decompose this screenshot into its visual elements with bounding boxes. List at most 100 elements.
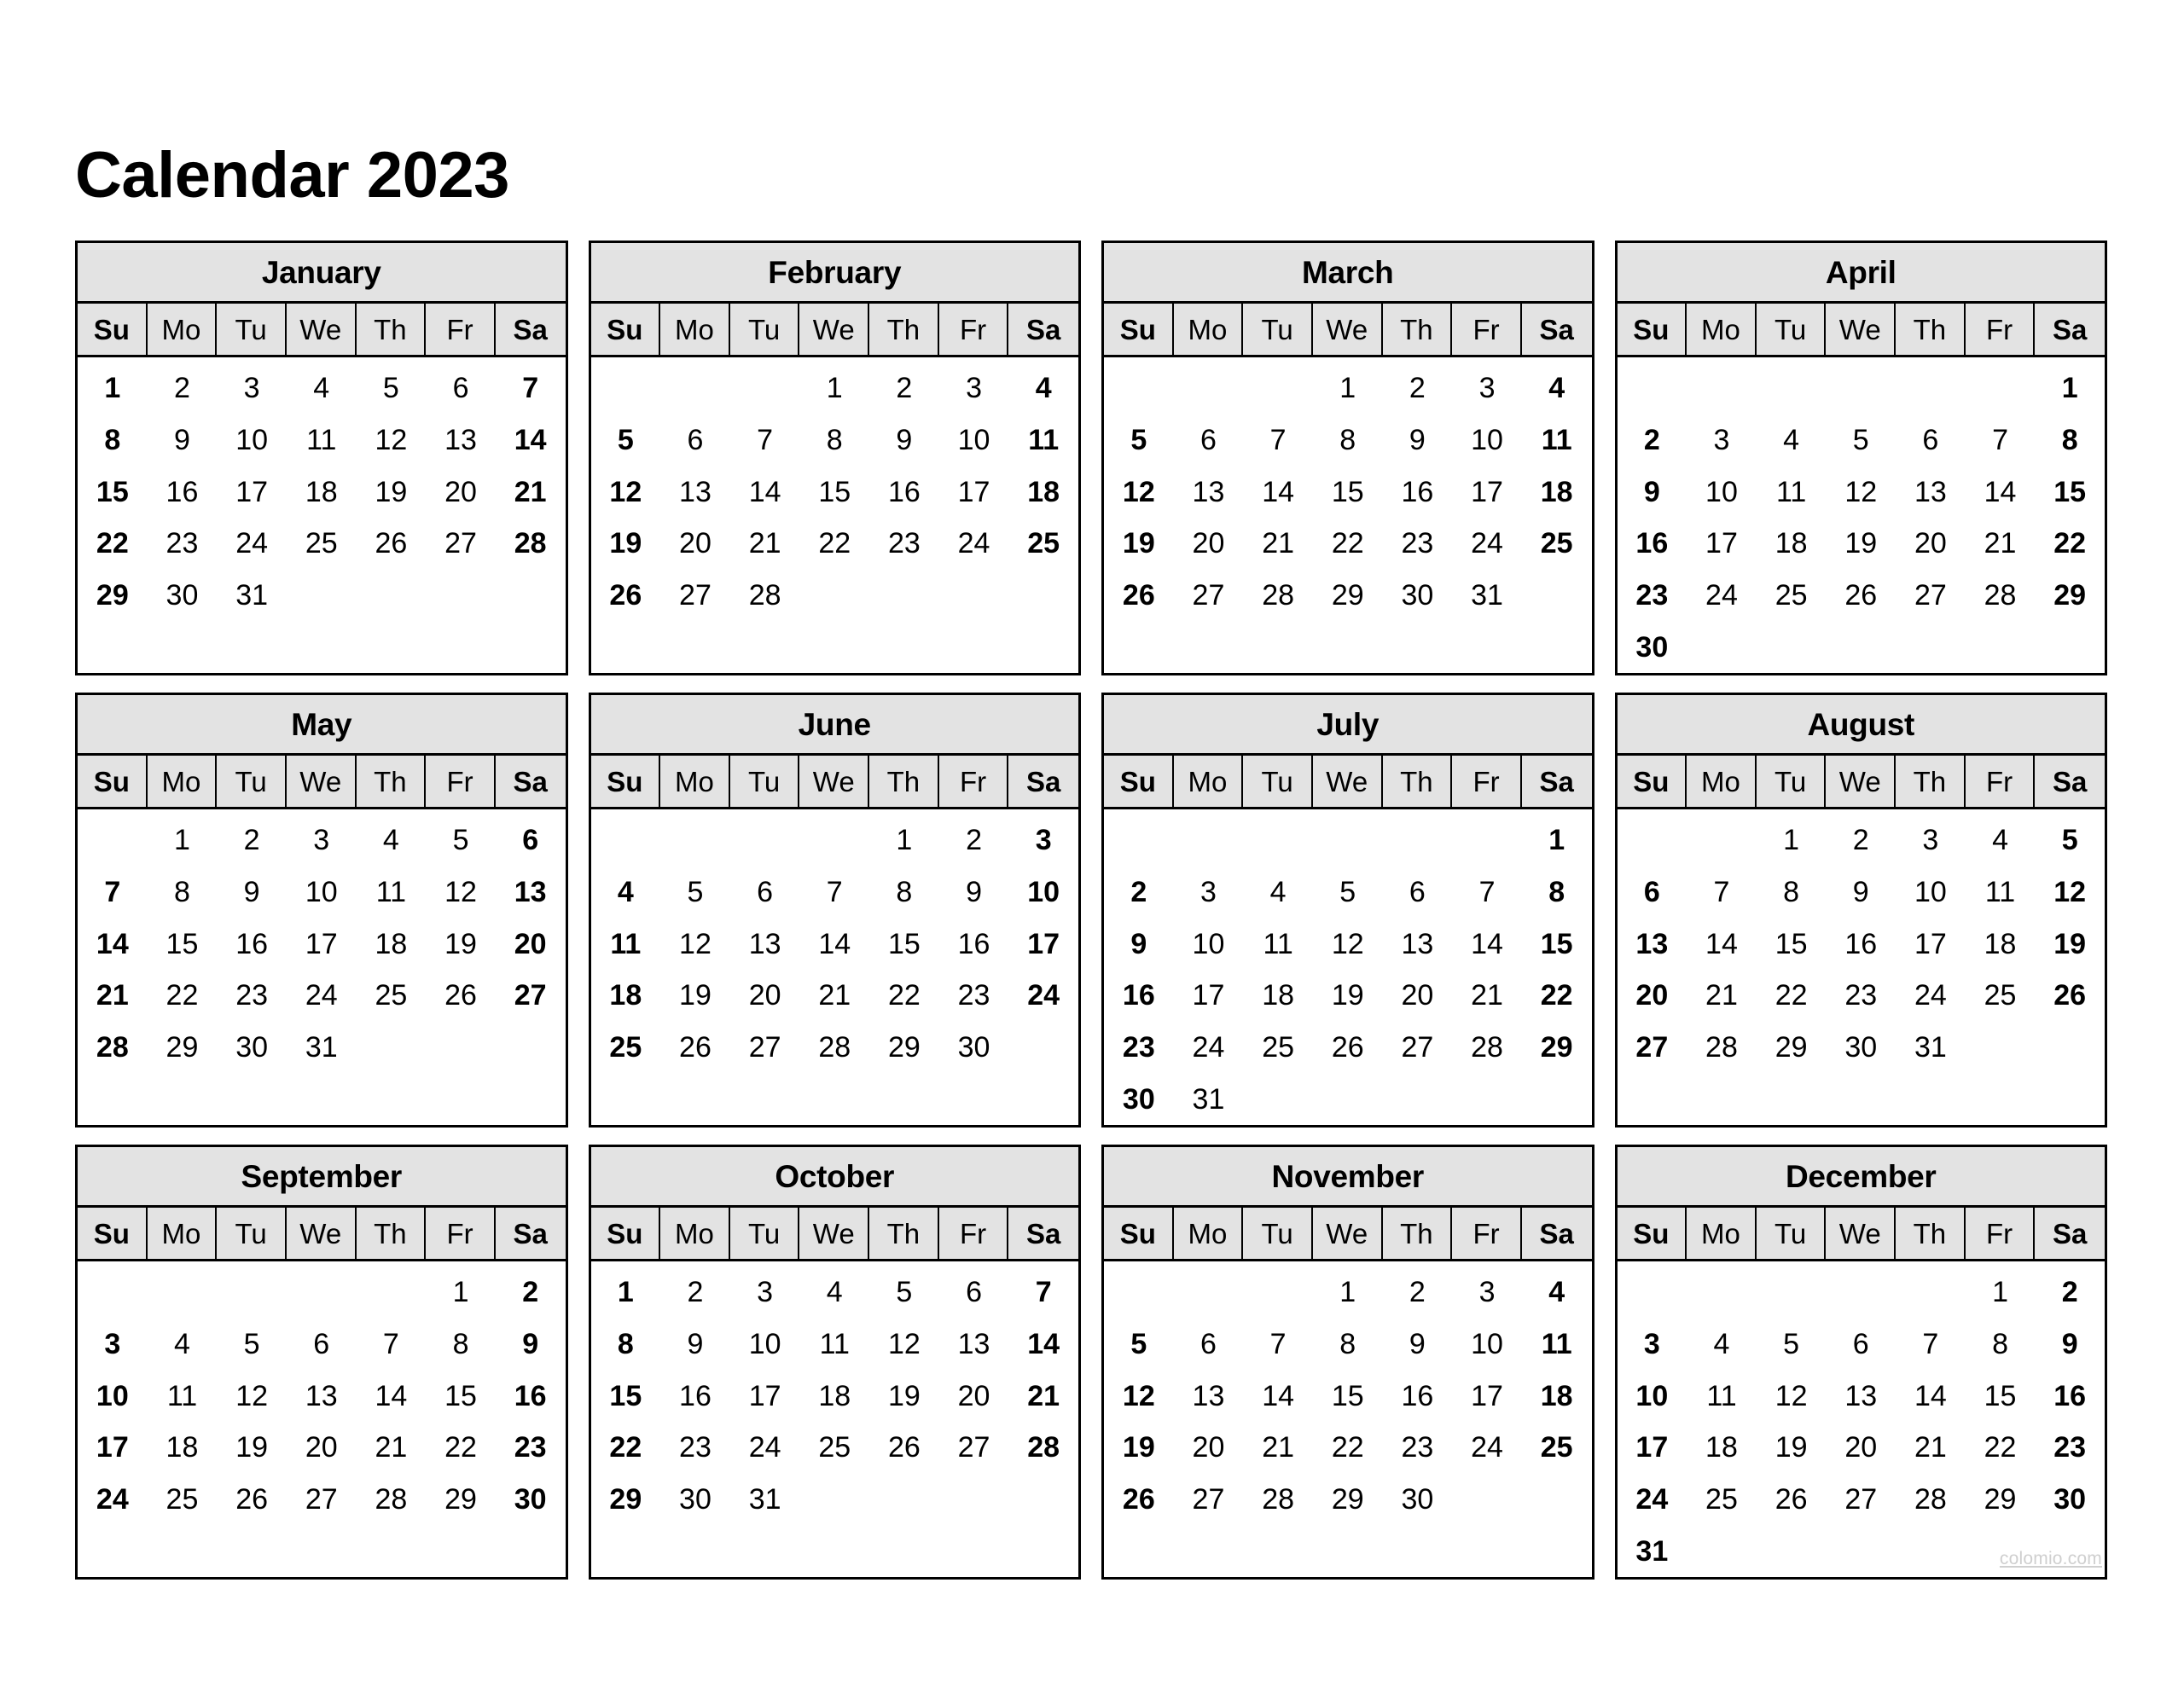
- day-cell[interactable]: 19: [1104, 1422, 1174, 1474]
- day-cell[interactable]: 1: [591, 1267, 661, 1319]
- day-cell[interactable]: 21: [1008, 1370, 1078, 1422]
- day-cell[interactable]: 1: [2035, 362, 2105, 415]
- day-cell[interactable]: 12: [1757, 1370, 1827, 1422]
- day-cell[interactable]: 14: [799, 918, 869, 970]
- day-cell[interactable]: 9: [1383, 415, 1453, 467]
- day-cell[interactable]: 3: [1174, 867, 1244, 919]
- day-cell[interactable]: 12: [2035, 867, 2105, 919]
- day-cell[interactable]: 18: [799, 1370, 869, 1422]
- day-cell[interactable]: 17: [1008, 918, 1078, 970]
- day-cell[interactable]: 20: [1896, 518, 1966, 570]
- day-cell[interactable]: 18: [1008, 466, 1078, 518]
- day-cell[interactable]: 30: [217, 1022, 287, 1074]
- day-cell[interactable]: 9: [496, 1319, 566, 1371]
- day-cell[interactable]: 10: [1896, 867, 1966, 919]
- day-cell[interactable]: 23: [869, 518, 939, 570]
- day-cell[interactable]: 10: [939, 415, 1009, 467]
- day-cell[interactable]: 21: [1966, 518, 2036, 570]
- day-cell[interactable]: 3: [1452, 362, 1522, 415]
- day-cell[interactable]: 2: [1383, 362, 1453, 415]
- day-cell[interactable]: 13: [1896, 466, 1966, 518]
- day-cell[interactable]: 16: [660, 1370, 730, 1422]
- day-cell[interactable]: 25: [148, 1474, 218, 1526]
- day-cell[interactable]: 4: [1966, 815, 2036, 867]
- day-cell[interactable]: 14: [1452, 918, 1522, 970]
- day-cell[interactable]: 29: [1966, 1474, 2036, 1526]
- day-cell[interactable]: 10: [1452, 1319, 1522, 1371]
- day-cell[interactable]: 18: [1522, 1370, 1592, 1422]
- day-cell[interactable]: 27: [660, 570, 730, 622]
- day-cell[interactable]: 15: [1313, 466, 1383, 518]
- day-cell[interactable]: 13: [660, 466, 730, 518]
- day-cell[interactable]: 3: [939, 362, 1009, 415]
- day-cell[interactable]: 19: [869, 1370, 939, 1422]
- day-cell[interactable]: 4: [148, 1319, 218, 1371]
- day-cell[interactable]: 16: [1104, 970, 1174, 1022]
- day-cell[interactable]: 19: [2035, 918, 2105, 970]
- day-cell[interactable]: 1: [78, 362, 148, 415]
- day-cell[interactable]: 14: [1008, 1319, 1078, 1371]
- day-cell[interactable]: 19: [660, 970, 730, 1022]
- day-cell[interactable]: 16: [148, 466, 218, 518]
- day-cell[interactable]: 18: [148, 1422, 218, 1474]
- day-cell[interactable]: 18: [357, 918, 427, 970]
- day-cell[interactable]: 12: [1826, 466, 1896, 518]
- day-cell[interactable]: 24: [1618, 1474, 1687, 1526]
- day-cell[interactable]: 31: [1896, 1022, 1966, 1074]
- day-cell[interactable]: 11: [1243, 918, 1313, 970]
- day-cell[interactable]: 27: [496, 970, 566, 1022]
- day-cell[interactable]: 19: [1826, 518, 1896, 570]
- day-cell[interactable]: 22: [1313, 518, 1383, 570]
- day-cell[interactable]: 24: [1687, 570, 1757, 622]
- day-cell[interactable]: 7: [357, 1319, 427, 1371]
- day-cell[interactable]: 29: [869, 1022, 939, 1074]
- day-cell[interactable]: 25: [591, 1022, 661, 1074]
- day-cell[interactable]: 18: [1757, 518, 1827, 570]
- day-cell[interactable]: 15: [78, 466, 148, 518]
- day-cell[interactable]: 14: [1243, 1370, 1313, 1422]
- day-cell[interactable]: 23: [939, 970, 1009, 1022]
- day-cell[interactable]: 25: [1522, 518, 1592, 570]
- day-cell[interactable]: 10: [78, 1370, 148, 1422]
- watermark-link[interactable]: colomio.com: [2000, 1549, 2102, 1569]
- day-cell[interactable]: 7: [1966, 415, 2036, 467]
- day-cell[interactable]: 11: [1008, 415, 1078, 467]
- day-cell[interactable]: 9: [869, 415, 939, 467]
- day-cell[interactable]: 25: [357, 970, 427, 1022]
- day-cell[interactable]: 1: [1966, 1267, 2036, 1319]
- day-cell[interactable]: 23: [1618, 570, 1687, 622]
- day-cell[interactable]: 21: [1243, 518, 1313, 570]
- day-cell[interactable]: 8: [1966, 1319, 2036, 1371]
- day-cell[interactable]: 28: [357, 1474, 427, 1526]
- day-cell[interactable]: 17: [939, 466, 1009, 518]
- day-cell[interactable]: 21: [1452, 970, 1522, 1022]
- day-cell[interactable]: 28: [496, 518, 566, 570]
- day-cell[interactable]: 5: [1313, 867, 1383, 919]
- day-cell[interactable]: 28: [1008, 1422, 1078, 1474]
- day-cell[interactable]: 20: [730, 970, 800, 1022]
- day-cell[interactable]: 16: [217, 918, 287, 970]
- day-cell[interactable]: 12: [426, 867, 496, 919]
- day-cell[interactable]: 20: [287, 1422, 357, 1474]
- day-cell[interactable]: 6: [1174, 415, 1244, 467]
- day-cell[interactable]: 11: [1522, 415, 1592, 467]
- day-cell[interactable]: 26: [591, 570, 661, 622]
- day-cell[interactable]: 3: [217, 362, 287, 415]
- day-cell[interactable]: 22: [1966, 1422, 2036, 1474]
- day-cell[interactable]: 2: [660, 1267, 730, 1319]
- day-cell[interactable]: 14: [1687, 918, 1757, 970]
- day-cell[interactable]: 5: [660, 867, 730, 919]
- day-cell[interactable]: 6: [1174, 1319, 1244, 1371]
- day-cell[interactable]: 19: [591, 518, 661, 570]
- day-cell[interactable]: 5: [357, 362, 427, 415]
- day-cell[interactable]: 7: [1687, 867, 1757, 919]
- day-cell[interactable]: 1: [148, 815, 218, 867]
- day-cell[interactable]: 8: [1313, 1319, 1383, 1371]
- day-cell[interactable]: 28: [1687, 1022, 1757, 1074]
- day-cell[interactable]: 27: [287, 1474, 357, 1526]
- day-cell[interactable]: 30: [2035, 1474, 2105, 1526]
- day-cell[interactable]: 29: [2035, 570, 2105, 622]
- day-cell[interactable]: 27: [1826, 1474, 1896, 1526]
- day-cell[interactable]: 22: [1313, 1422, 1383, 1474]
- day-cell[interactable]: 10: [287, 867, 357, 919]
